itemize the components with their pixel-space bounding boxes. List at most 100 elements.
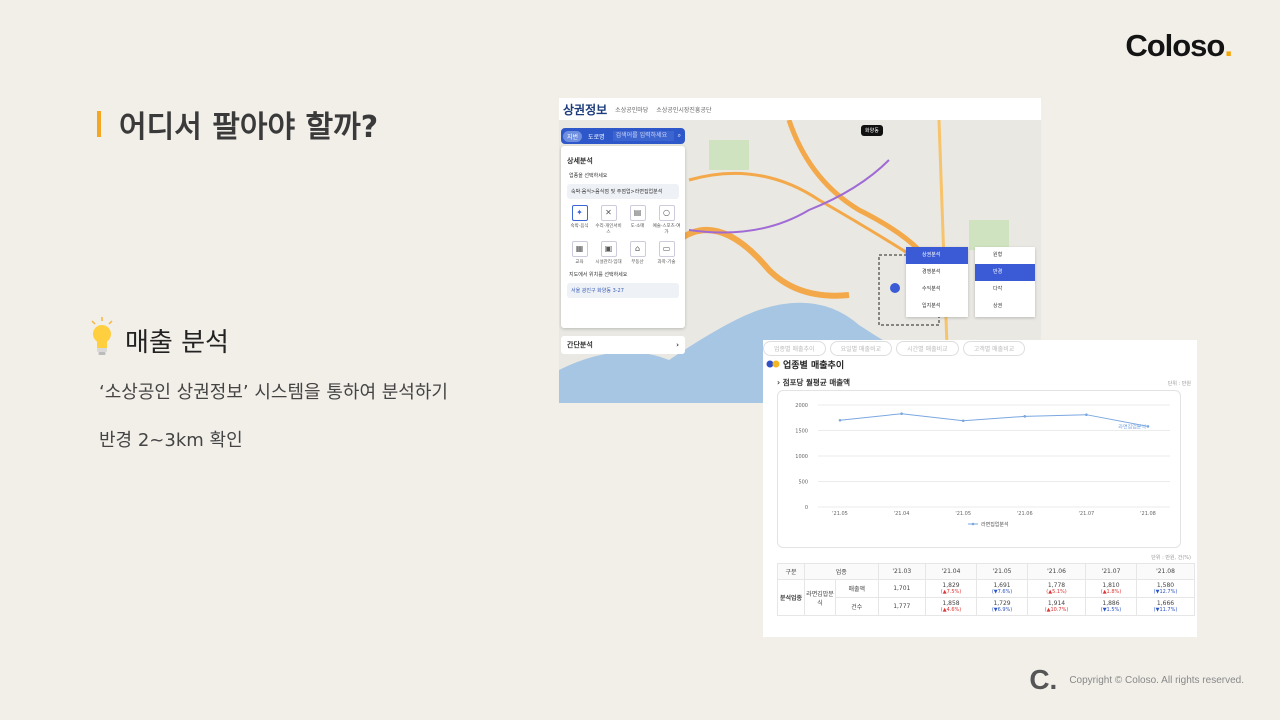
house-icon: ⌂ — [629, 241, 646, 257]
building-icon: ▣ — [600, 241, 617, 257]
menu-item-location[interactable]: 입지분석 — [906, 298, 968, 315]
menu-item-area[interactable]: 상권분석 — [906, 247, 968, 264]
sales-table: 구분 업종 '21.03 '21.04 '21.05 '21.06 '21.07… — [777, 563, 1195, 616]
header-month: '21.08 — [1136, 563, 1195, 580]
tools-icon: ✕ — [600, 205, 617, 221]
store-icon: ▤ — [629, 205, 646, 221]
app-brand: 상권정보 — [563, 102, 608, 117]
table-unit: 단위 : 만원, 건(%) — [1151, 555, 1191, 561]
x-tick-label: '21.05 — [832, 511, 848, 517]
footer: C. Copyright © Coloso. All rights reserv… — [1029, 664, 1244, 696]
submenu-item-radius[interactable]: 반경 — [975, 264, 1035, 281]
chart-card-title: 업종별 매출추이 — [783, 361, 845, 371]
x-tick-label: '21.04 — [894, 511, 910, 517]
table-cell: 1,886 (▼1.5%) — [1084, 597, 1138, 616]
lightbulb-icon — [91, 317, 113, 355]
chart-unit: 단위 : 만원 — [1167, 381, 1191, 387]
category-facility[interactable]: ▣ 시설관리·임대 — [594, 241, 623, 265]
chart-subtitle: › 점포당 월평균 매출액 — [777, 378, 851, 387]
submenu-item-circle[interactable]: 원형 — [975, 247, 1035, 264]
category-grid: ✦ 숙박·음식 ✕ 수리·개인서비스 ▤ 도·소매 ○ 예술·스포츠·여가 ▦ 교육 ▣ 시… — [565, 205, 681, 265]
table-cell: 1,701 — [877, 579, 927, 598]
address-search-bar[interactable]: 지번 도로명 검색어를 입력하세요 ⌕ — [561, 128, 685, 144]
row-label: 매출액 — [835, 579, 879, 598]
series-line — [839, 413, 1149, 427]
x-tick-label: '21.07 — [1079, 511, 1095, 517]
category-leisure[interactable]: ○ 예술·스포츠·여가 — [652, 205, 681, 235]
table-cell: 1,810 (▲1.8%) — [1084, 579, 1138, 598]
table-row: 분석업종 라면김밥분식 매출액 1,701 1,829 (▲7.5%) 1,691… — [777, 579, 1195, 616]
radius-note: 반경 2~3km 확인 — [99, 430, 243, 451]
chart-tabs: 업종별 매출추이 요일별 매출비교 시간별 매출비교 고객별 매출비교 — [763, 341, 1026, 356]
location-pin-label: 화양동 — [861, 125, 883, 136]
group-cell: 분석업종 — [777, 579, 805, 616]
table-cell: 1,858 (▲4.6%) — [925, 597, 978, 616]
chart-box: 2000 1500 1000 500 0 '21.05 '21.04 '21.05 '21.06… — [777, 390, 1181, 548]
table-cell: 1,666 (▼11.7%) — [1136, 597, 1195, 616]
y-tick-label: 0 — [805, 505, 808, 511]
tab-hourly-sales[interactable]: 시간별 매출비교 — [896, 341, 959, 356]
tab-jibun[interactable]: 지번 — [563, 130, 583, 142]
data-point — [838, 418, 842, 422]
y-tick-label: 1000 — [795, 454, 808, 460]
quick-analysis-label: 간단분석 — [567, 341, 593, 349]
table-cell: 1,729 (▼6.9%) — [976, 597, 1029, 616]
submenu-item-polygon[interactable]: 다각 — [975, 281, 1035, 298]
header-month: '21.06 — [1027, 563, 1086, 580]
header-month: '21.03 — [877, 563, 927, 580]
table-row: 건수 1,777 1,858 (▲4.6%) 1,729 (▼6.9%) 1,914… — [778, 597, 1195, 616]
table-cell: 1,777 — [877, 597, 927, 616]
panel-title: 상세분석 — [567, 157, 593, 165]
category-education[interactable]: ▦ 교육 — [565, 241, 594, 265]
data-point — [1085, 413, 1088, 416]
detail-analysis-panel: 상세분석 업종을 선택하세요 숙박·음식>음식점 및 주점업>라면집업분석 ✦ 숙… — [561, 146, 685, 328]
tab-road[interactable]: 도로명 — [584, 131, 609, 142]
menu-item-competition[interactable]: 경쟁분석 — [906, 264, 968, 281]
quick-analysis-button[interactable]: 간단분석 › — [561, 336, 685, 354]
legend-label: 라면집업분석 — [981, 521, 1009, 528]
data-point — [900, 412, 903, 416]
area-submenu: 원형 반경 다각 상권 — [975, 247, 1035, 317]
category-science[interactable]: ▭ 과학·기술 — [652, 241, 681, 265]
tab-weekday-sales[interactable]: 요일별 매출비교 — [829, 341, 893, 356]
data-point — [1146, 425, 1150, 428]
category-repair[interactable]: ✕ 수리·개인서비스 — [594, 205, 623, 235]
category-retail[interactable]: ▤ 도·소매 — [623, 205, 652, 235]
y-tick-label: 2000 — [795, 403, 808, 409]
header-month: '21.05 — [976, 563, 1029, 580]
monitor-icon: ▭ — [658, 241, 675, 257]
x-tick-label: '21.05 — [955, 511, 971, 517]
fork-icon: ✦ — [571, 205, 588, 221]
table-cell: 1,580 (▼12.7%) — [1136, 579, 1195, 598]
header-month: '21.04 — [925, 563, 978, 580]
tab-customer-sales[interactable]: 고객별 매출비교 — [962, 341, 1026, 356]
x-tick-label: '21.06 — [1017, 511, 1033, 517]
tab-industry-sales[interactable]: 업종별 매출추이 — [763, 341, 826, 356]
step-industry-label: 업종을 선택하세요 — [569, 173, 608, 179]
search-icon[interactable]: ⌕ — [678, 132, 681, 140]
table-cell: 1,829 (▲7.5%) — [925, 579, 978, 598]
x-tick-label: '21.08 — [1140, 511, 1156, 517]
map-app-header: 상권정보 소상공인마당 소상공인시장진흥공단 — [559, 98, 1041, 120]
y-tick-label: 1500 — [795, 429, 808, 435]
table-cell: 1,691 (▼7.6%) — [976, 579, 1029, 598]
legend-marker — [971, 522, 975, 526]
submenu-item-zone[interactable]: 상권 — [975, 298, 1035, 315]
ball-icon: ○ — [658, 205, 675, 221]
category-food[interactable]: ✦ 숙박·음식 — [565, 205, 594, 235]
org-logo-2: 소상공인시장진흥공단 — [656, 106, 712, 114]
analysis-menu: 상권분석 경쟁분석 수익분석 입지분석 — [906, 247, 968, 317]
book-icon: ▦ — [571, 241, 588, 257]
step-location-label: 지도에서 위치를 선택하세요 — [569, 272, 628, 278]
table-header-row: 구분 업종 '21.03 '21.04 '21.05 '21.06 '21.07… — [777, 563, 1195, 580]
category-realestate[interactable]: ⌂ 부동산 — [623, 241, 652, 265]
coloso-logo: Coloso. — [1125, 28, 1233, 63]
org-logo-1: 소상공인마당 — [615, 106, 649, 114]
industry-select[interactable]: 숙박·음식>음식점 및 주점업>라면집업분석 — [567, 184, 679, 199]
section-description: ‘소상공인 상권정보’ 시스템을 통하여 분석하기 — [99, 382, 448, 403]
selected-location[interactable]: 서울 광진구 화양동 3-27 — [567, 283, 679, 298]
coloso-mark: C. — [1029, 664, 1058, 695]
search-input[interactable]: 검색어를 입력하세요 — [612, 131, 674, 141]
menu-item-profit[interactable]: 수익분석 — [906, 281, 968, 298]
copyright: Copyright © Coloso. All rights reserved. — [1069, 674, 1244, 686]
